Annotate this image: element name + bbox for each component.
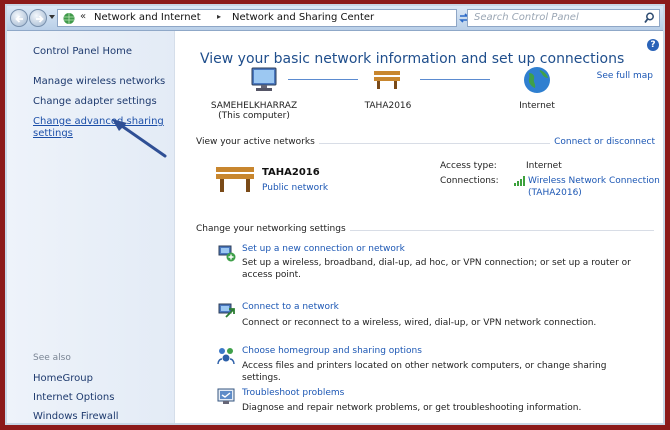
see-also-label: See also — [33, 353, 71, 363]
change-advanced-sharing-link-cont[interactable]: settings — [33, 128, 73, 139]
active-networks-heading: View your active networks — [196, 137, 319, 147]
left-pane: Control Panel Home Manage wireless netwo… — [7, 31, 175, 423]
breadcrumb-overflow[interactable]: « — [80, 11, 86, 22]
troubleshoot-icon — [217, 388, 235, 404]
network-type-link[interactable]: Public network — [262, 183, 328, 193]
map-link-line — [420, 79, 490, 80]
breadcrumb-separator[interactable]: ▸ — [217, 12, 221, 21]
breadcrumb-network-and-internet[interactable]: Network and Internet — [94, 12, 201, 23]
map-link-line — [288, 79, 358, 80]
network-globe-icon — [63, 13, 75, 24]
connect-or-disconnect-link[interactable]: Connect or disconnect — [550, 137, 655, 147]
annotation-arrow-icon — [112, 119, 167, 158]
map-node-internet[interactable]: Internet — [502, 101, 572, 111]
windows-firewall-link[interactable]: Windows Firewall — [33, 411, 119, 422]
map-node-computer[interactable]: SAMEHELKHARRAZ (This computer) — [204, 101, 304, 121]
network-node-name: TAHA2016 — [364, 101, 412, 111]
connections-label: Connections: — [440, 176, 499, 186]
map-node-network[interactable]: TAHA2016 — [348, 101, 428, 111]
connect-network-icon — [218, 303, 235, 318]
computer-sub: (This computer) — [218, 111, 290, 121]
access-type-value: Internet — [526, 161, 562, 171]
homegroup-sharing-link[interactable]: Choose homegroup and sharing options — [242, 346, 422, 356]
forward-arrow-icon — [36, 15, 44, 23]
search-icon[interactable] — [644, 12, 655, 24]
connect-to-network-link[interactable]: Connect to a network — [242, 302, 339, 312]
access-type-label: Access type: — [440, 161, 497, 171]
forward-button[interactable] — [29, 9, 47, 27]
manage-wireless-networks-link[interactable]: Manage wireless networks — [33, 76, 165, 87]
setup-connection-desc: Set up a wireless, broadband, dial-up, a… — [242, 258, 631, 280]
internet-globe-icon — [524, 67, 550, 93]
help-icon[interactable]: ? — [647, 39, 659, 51]
breadcrumb-network-sharing-center[interactable]: Network and Sharing Center — [232, 12, 374, 23]
active-network-name: TAHA2016 — [262, 167, 320, 178]
wireless-connection-link[interactable]: Wireless Network Connection — [528, 176, 660, 186]
breadcrumb: « Network and Internet ▸ Network and Sha… — [57, 9, 476, 27]
troubleshoot-link[interactable]: Troubleshoot problems — [242, 388, 344, 398]
window-frame: « Network and Internet ▸ Network and Sha… — [5, 4, 665, 425]
see-full-map-link[interactable]: See full map — [597, 71, 653, 81]
search-placeholder: Search Control Panel — [474, 12, 579, 23]
address-bar: « Network and Internet ▸ Network and Sha… — [7, 6, 663, 31]
homegroup-link[interactable]: HomeGroup — [33, 373, 93, 384]
control-panel-home-link[interactable]: Control Panel Home — [33, 46, 132, 57]
new-connection-icon — [218, 245, 236, 262]
wireless-connection-link-cont[interactable]: (TAHA2016) — [528, 188, 582, 198]
connect-to-network-desc: Connect or reconnect to a wireless, wire… — [242, 318, 597, 328]
setup-connection-link[interactable]: Set up a new connection or network — [242, 244, 405, 254]
homegroup-sharing-desc: Access files and printers located on oth… — [242, 361, 607, 383]
recent-pages-dropdown[interactable] — [49, 15, 55, 19]
change-adapter-settings-link[interactable]: Change adapter settings — [33, 96, 157, 107]
main-pane: ? View your basic network information an… — [176, 31, 663, 423]
search-field[interactable]: Search Control Panel — [467, 9, 660, 27]
bench-network-icon — [216, 167, 254, 192]
back-button[interactable] — [10, 9, 28, 27]
computer-name: SAMEHELKHARRAZ — [210, 101, 298, 111]
internet-node-name: Internet — [519, 101, 555, 111]
bench-network-icon — [374, 71, 400, 89]
back-arrow-icon — [15, 15, 23, 23]
internet-options-link[interactable]: Internet Options — [33, 392, 114, 403]
troubleshoot-desc: Diagnose and repair network problems, or… — [242, 403, 582, 413]
computer-icon — [251, 67, 277, 91]
settings-heading: Change your networking settings — [196, 224, 350, 234]
page-title: View your basic network information and … — [200, 51, 625, 67]
signal-strength-icon — [514, 176, 525, 186]
homegroup-icon — [217, 348, 235, 365]
